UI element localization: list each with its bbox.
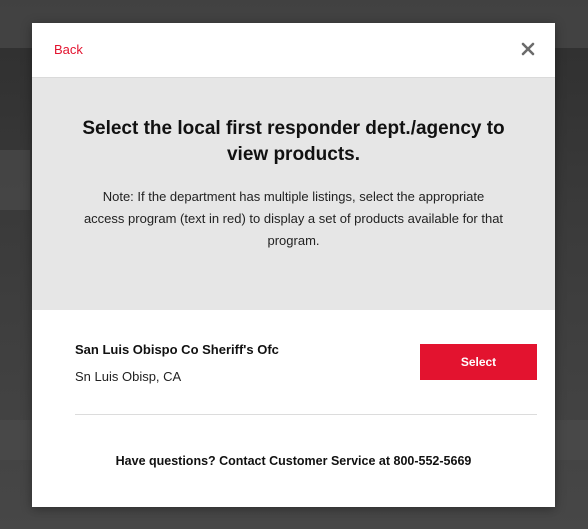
close-icon-graphic	[521, 42, 535, 56]
agency-selection-modal: Back Select the local first responder de…	[32, 23, 555, 507]
agency-name: San Luis Obispo Co Sheriff's Ofc	[75, 342, 279, 357]
agency-listing: San Luis Obispo Co Sheriff's Ofc Sn Luis…	[75, 310, 537, 415]
customer-service-text: Have questions? Contact Customer Service…	[115, 454, 472, 468]
back-link[interactable]: Back	[54, 42, 83, 57]
modal-header: Back	[32, 23, 555, 78]
agency-location: Sn Luis Obisp, CA	[75, 369, 182, 384]
modal-note: Note: If the department has multiple lis…	[83, 189, 504, 248]
backdrop-left-band	[0, 150, 30, 210]
select-button[interactable]: Select	[420, 344, 537, 380]
intro-panel: Select the local first responder dept./a…	[32, 78, 555, 310]
close-icon[interactable]	[517, 38, 539, 60]
modal-title: Select the local first responder dept./a…	[82, 118, 505, 165]
